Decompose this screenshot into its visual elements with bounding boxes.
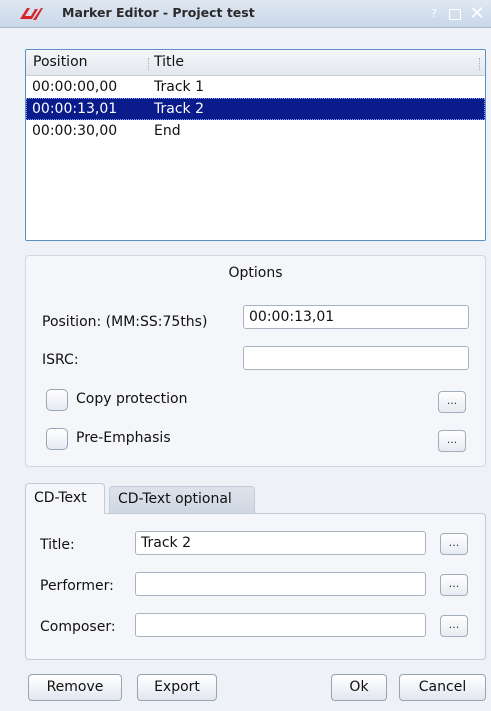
tab-cd-text-optional[interactable]: CD-Text optional (109, 486, 255, 513)
ok-button[interactable]: Ok (331, 674, 387, 701)
column-header-position[interactable]: Position (33, 54, 88, 70)
performer-more-button[interactable]: ... (440, 574, 468, 596)
position-input[interactable] (243, 305, 469, 329)
composer-label: Composer: (40, 619, 116, 635)
composer-more-button[interactable]: ... (440, 615, 468, 637)
options-title: Options (228, 265, 283, 281)
list-row-selected[interactable]: 00:00:13,01 Track 2 (26, 98, 485, 120)
maximize-icon[interactable] (446, 4, 464, 24)
performer-input[interactable] (135, 572, 426, 596)
row-title: End (154, 123, 181, 139)
row-position: 00:00:30,00 (32, 123, 118, 139)
export-button[interactable]: Export (137, 674, 217, 701)
row-title: Track 2 (154, 101, 204, 117)
column-header-title[interactable]: Title (154, 54, 184, 70)
column-separator[interactable] (148, 58, 150, 70)
title-label: Title: (40, 537, 75, 553)
pre-emphasis-label[interactable]: Pre-Emphasis (76, 430, 171, 446)
copy-protection-checkbox[interactable] (46, 389, 68, 411)
pre-emphasis-checkbox[interactable] (46, 428, 68, 450)
options-group: Options Position: (MM:SS:75ths) ISRC: Co… (25, 255, 486, 467)
isrc-input[interactable] (243, 346, 469, 370)
list-header: Position Title (26, 50, 485, 76)
title-bar: Marker Editor - Project test ? ✕ (0, 0, 491, 28)
row-position: 00:00:13,01 (32, 101, 118, 117)
copy-protection-more-button[interactable]: ... (438, 391, 466, 413)
performer-label: Performer: (40, 578, 114, 594)
cd-title-more-button[interactable]: ... (440, 533, 468, 555)
tab-cd-text[interactable]: CD-Text (25, 483, 105, 514)
row-position: 00:00:00,00 (32, 79, 118, 95)
isrc-label: ISRC: (42, 352, 79, 368)
composer-input[interactable] (135, 613, 426, 637)
remove-button[interactable]: Remove (28, 674, 122, 701)
position-label: Position: (MM:SS:75ths) (42, 314, 208, 330)
pre-emphasis-more-button[interactable]: ... (438, 430, 466, 452)
window-title: Marker Editor - Project test (62, 5, 255, 20)
cd-text-panel: Title: ... Performer: ... Composer: ... (25, 513, 486, 660)
close-icon[interactable]: ✕ (468, 4, 486, 24)
copy-protection-label[interactable]: Copy protection (76, 391, 187, 407)
row-title: Track 1 (154, 79, 204, 95)
cancel-button[interactable]: Cancel (399, 674, 486, 701)
list-row[interactable]: 00:00:00,00 Track 1 (26, 76, 485, 98)
help-icon[interactable]: ? (428, 4, 440, 24)
marker-list[interactable]: Position Title 00:00:00,00 Track 1 00:00… (25, 49, 486, 241)
column-separator[interactable] (479, 58, 481, 70)
list-row[interactable]: 00:00:30,00 End (26, 120, 485, 142)
cd-title-input[interactable] (135, 531, 426, 555)
